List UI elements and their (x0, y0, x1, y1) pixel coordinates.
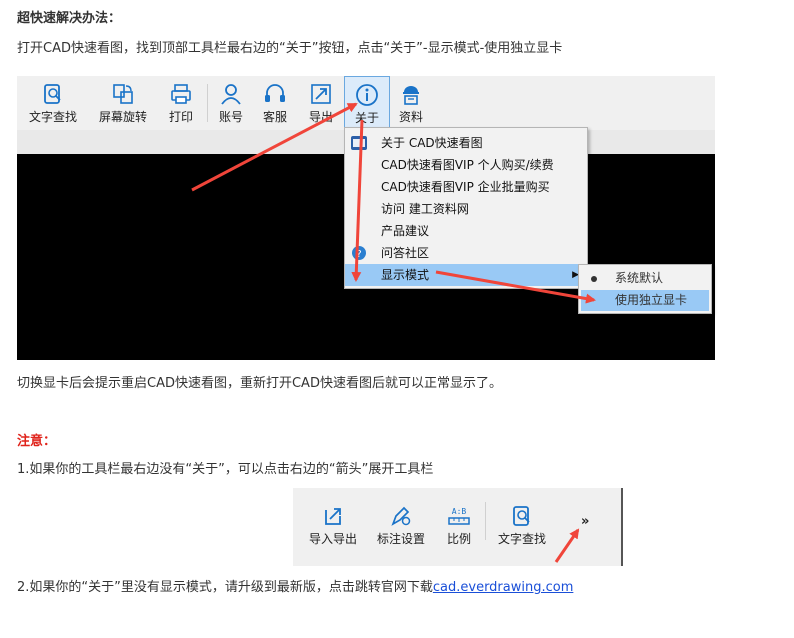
arrow-to-dedicated-gpu (435, 270, 596, 304)
arrow-to-expand (554, 528, 580, 563)
arrow-to-display-mode (351, 119, 364, 282)
annotation-arrows (191, 102, 596, 563)
arrow-to-about (191, 102, 358, 192)
